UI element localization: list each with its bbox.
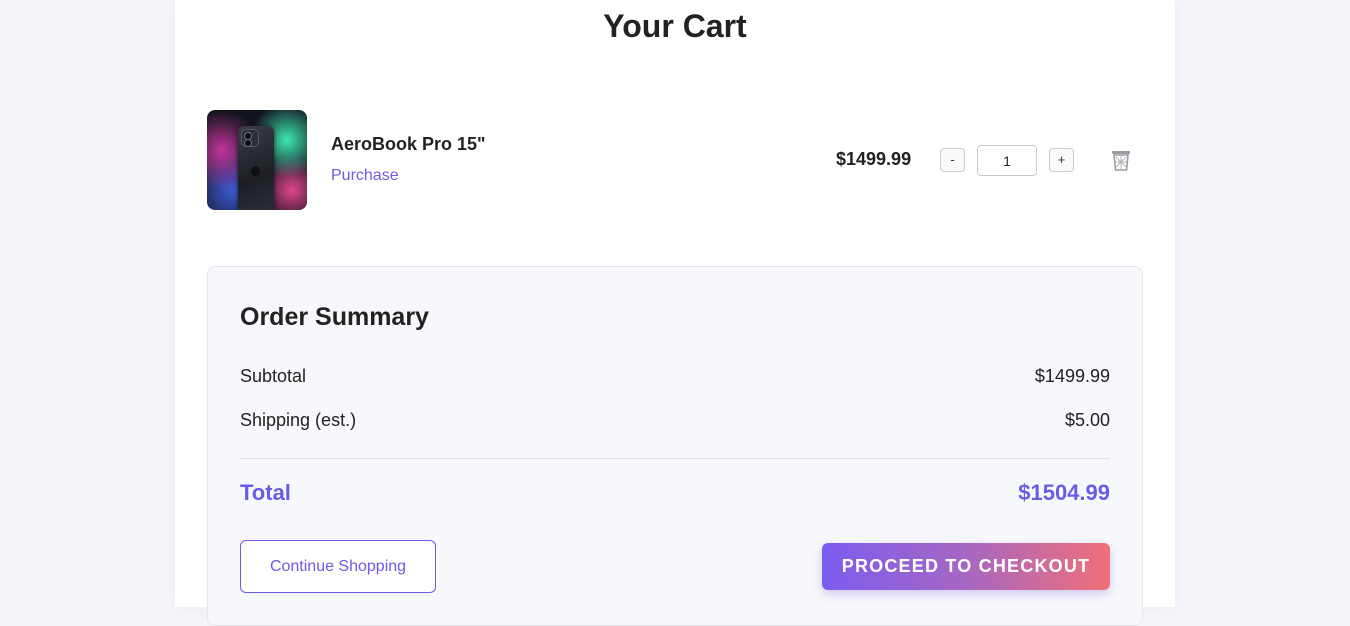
quantity-decrease-button[interactable]: -	[940, 148, 965, 172]
subtotal-label: Subtotal	[240, 366, 307, 386]
subtotal-value: $1499.99	[1034, 366, 1110, 386]
trash-icon[interactable]	[1111, 149, 1131, 171]
total-value: $1504.99	[1018, 480, 1110, 505]
cart-card: Your Cart AeroBook Pro 15" Purchase $149…	[175, 0, 1175, 626]
shipping-label: Shipping (est.)	[240, 410, 357, 430]
camera-module	[241, 129, 259, 147]
proceed-to-checkout-button[interactable]: PROCEED TO CHECKOUT	[822, 543, 1110, 590]
continue-shopping-button[interactable]: Continue Shopping	[240, 540, 436, 593]
purchase-type: Purchase	[331, 167, 399, 184]
quantity-input[interactable]	[977, 145, 1037, 176]
quantity-increase-button[interactable]: +	[1049, 148, 1074, 172]
phone-image	[238, 126, 274, 210]
order-summary: Order Summary Subtotal $1499.99 Shipping…	[207, 266, 1143, 626]
product-thumbnail	[207, 110, 307, 210]
apple-logo-icon	[251, 166, 260, 176]
product-name: AeroBook Pro 15"	[331, 134, 486, 154]
item-price: $1499.99	[836, 149, 912, 169]
summary-title: Order Summary	[240, 303, 429, 331]
shipping-value: $5.00	[1064, 410, 1110, 430]
summary-divider	[240, 458, 1110, 459]
total-label: Total	[240, 480, 291, 505]
cart-item: AeroBook Pro 15" Purchase $1499.99 - +	[207, 110, 1143, 210]
page-title: Your Cart	[603, 8, 747, 44]
